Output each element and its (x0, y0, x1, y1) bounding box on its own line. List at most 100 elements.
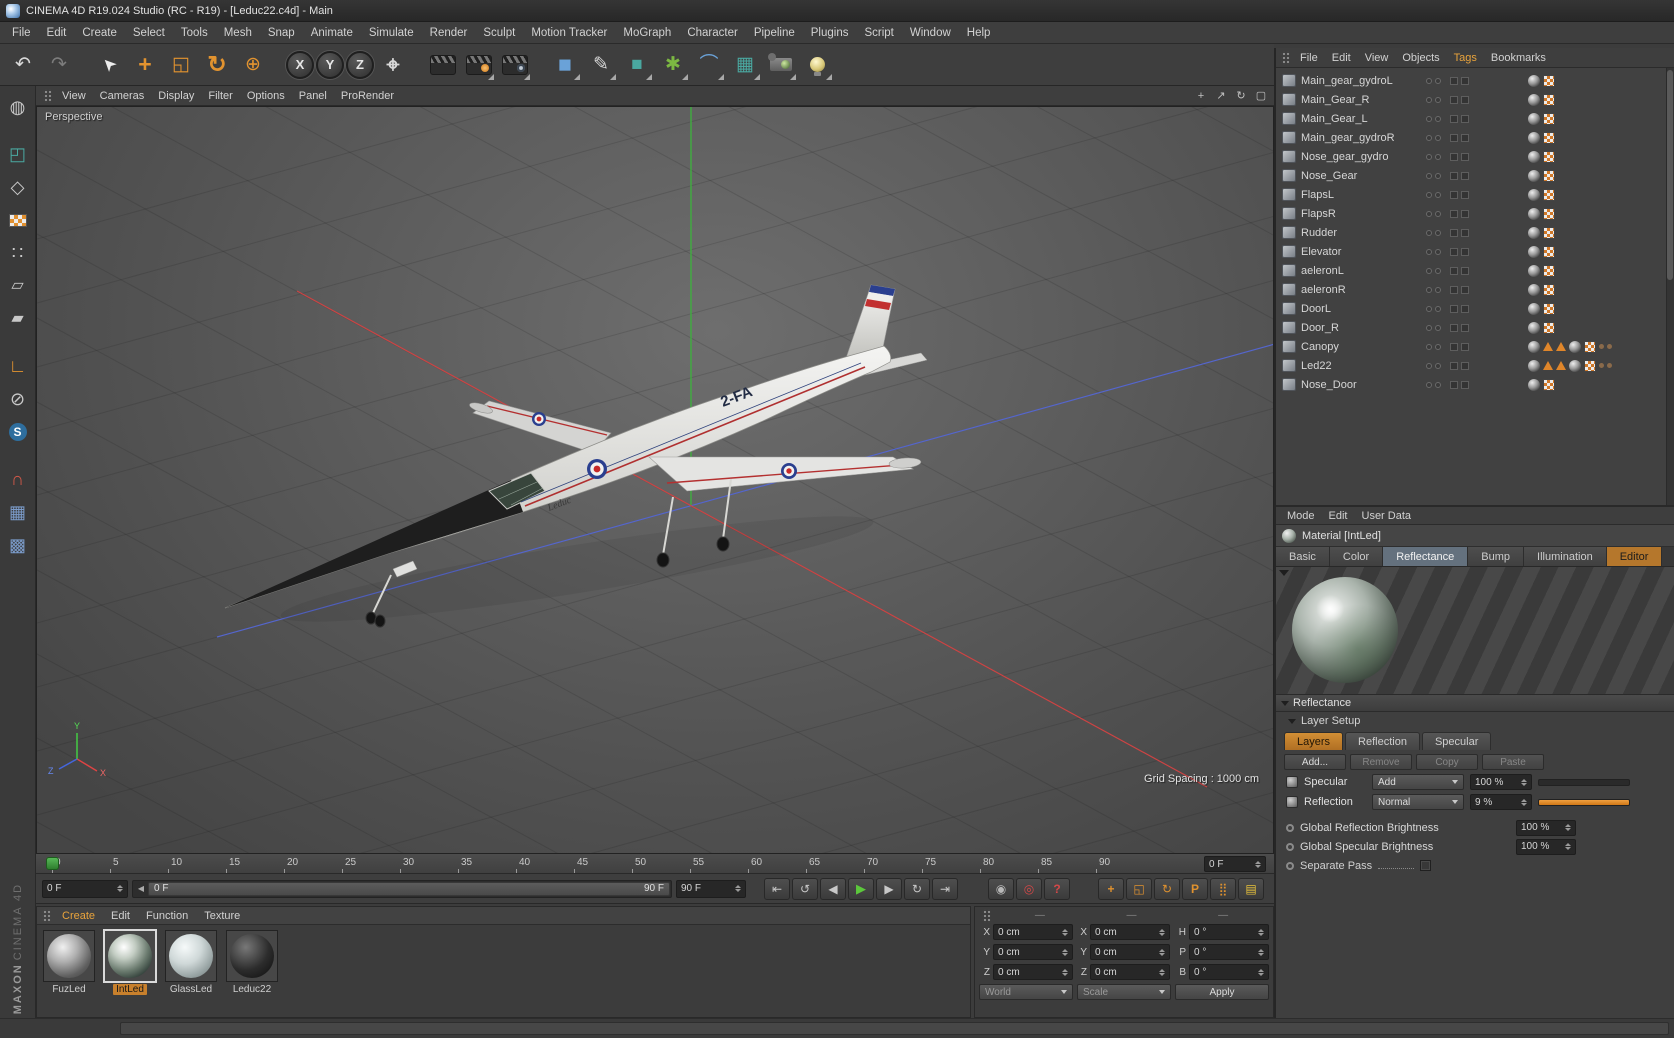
menu-mesh[interactable]: Mesh (216, 22, 260, 43)
object-name[interactable]: Nose_gear_gydro (1301, 151, 1419, 163)
object-row[interactable]: Nose_Gear (1276, 166, 1674, 185)
texture-tag-icon[interactable] (1528, 150, 1540, 163)
texture-tag-icon[interactable] (1528, 74, 1540, 87)
attribute-menu-item[interactable]: User Data (1355, 507, 1419, 524)
enable-toggle[interactable] (1450, 171, 1458, 180)
undo-button[interactable]: ↶ (6, 48, 40, 82)
object-name[interactable]: Nose_Gear (1301, 170, 1419, 182)
editor-visibility-dot[interactable] (1426, 381, 1432, 388)
object-name[interactable]: aeleronR (1301, 284, 1419, 296)
timeline-tick[interactable]: 65 (806, 854, 864, 873)
enable-toggle[interactable] (1450, 228, 1458, 237)
attribute-menu-item[interactable]: Edit (1322, 507, 1355, 524)
primitive-cube-button[interactable]: ■ (548, 48, 582, 82)
timeline-tick[interactable]: 45 (574, 854, 632, 873)
render-visibility-dot[interactable] (1435, 134, 1441, 141)
object-row[interactable]: DoorL (1276, 299, 1674, 318)
render-visibility-dot[interactable] (1435, 343, 1441, 350)
rotation-field[interactable]: 0 ° (1189, 924, 1269, 940)
uvw-tag-icon[interactable] (1543, 245, 1555, 258)
editor-visibility-dot[interactable] (1426, 343, 1432, 350)
timeline-tick[interactable]: 25 (342, 854, 400, 873)
material-menu-item[interactable]: Create (54, 907, 103, 924)
attribute-tab[interactable]: Basic (1276, 547, 1330, 566)
menu-window[interactable]: Window (902, 22, 959, 43)
previous-frame-button[interactable]: ◀ (820, 877, 846, 900)
workplane-lock-button[interactable]: ▩ (4, 532, 32, 558)
uvw-tag-icon[interactable] (1543, 302, 1555, 315)
attribute-tab[interactable]: Editor (1606, 547, 1663, 566)
enable-toggle[interactable] (1450, 285, 1458, 294)
enable-toggle[interactable] (1450, 133, 1458, 142)
render-visibility-dot[interactable] (1435, 267, 1441, 274)
tag-dot-icon[interactable] (1599, 344, 1604, 349)
enable-toggle[interactable] (1461, 171, 1469, 180)
viewport-menu-item[interactable]: Display (151, 86, 201, 105)
render-visibility-dot[interactable] (1435, 286, 1441, 293)
object-name[interactable]: Main_Gear_R (1301, 94, 1419, 106)
object-row[interactable]: Rudder (1276, 223, 1674, 242)
scale-tool[interactable]: ◱ (164, 48, 198, 82)
texture-tag-icon[interactable] (1528, 283, 1540, 296)
object-row[interactable]: Canopy (1276, 337, 1674, 356)
enable-toggle[interactable] (1461, 152, 1469, 161)
enable-toggle[interactable] (1450, 76, 1458, 85)
lock-y-axis-toggle[interactable]: Y (316, 50, 344, 79)
reflectance-section-header[interactable]: Reflectance (1276, 695, 1674, 712)
uvw-tag-icon[interactable] (1584, 359, 1596, 372)
texture-tag-icon[interactable] (1528, 378, 1540, 391)
attribute-tab[interactable]: Reflectance (1383, 547, 1469, 566)
size-field[interactable]: 0 cm (1090, 964, 1170, 980)
uvw-tag-icon[interactable] (1543, 169, 1555, 182)
menu-mograph[interactable]: MoGraph (615, 22, 679, 43)
material-item[interactable]: GlassLed (163, 930, 219, 998)
menu-motion-tracker[interactable]: Motion Tracker (523, 22, 615, 43)
pan-view-icon[interactable]: + (1192, 88, 1210, 104)
keyframe-selection-toggle[interactable]: ▤ (1238, 877, 1264, 900)
render-visibility-dot[interactable] (1435, 324, 1441, 331)
viewport-menu-item[interactable]: Panel (292, 86, 334, 105)
object-row[interactable]: FlapsR (1276, 204, 1674, 223)
menu-render[interactable]: Render (422, 22, 476, 43)
render-settings-button[interactable] (498, 48, 532, 82)
enable-toggle[interactable] (1461, 323, 1469, 332)
viewport-menu-item[interactable]: View (55, 86, 93, 105)
texture-tag-icon[interactable] (1528, 188, 1540, 201)
panel-grip[interactable] (1281, 50, 1290, 65)
object-name[interactable]: aeleronL (1301, 265, 1419, 277)
attribute-tab[interactable]: Color (1329, 547, 1384, 566)
timeline-tick[interactable]: 40 (516, 854, 574, 873)
snap-toggle-button[interactable]: ∩ (4, 466, 32, 492)
material-preview-area[interactable] (1276, 567, 1674, 695)
uvw-tag-icon[interactable] (1543, 188, 1555, 201)
object-row[interactable]: Main_Gear_L (1276, 109, 1674, 128)
last-used-tool[interactable]: ⊕ (236, 48, 270, 82)
texture-tag-icon[interactable] (1528, 93, 1540, 106)
record-pla-toggle[interactable]: ⣿ (1210, 877, 1236, 900)
uvw-tag-icon[interactable] (1543, 93, 1555, 106)
editor-visibility-dot[interactable] (1426, 229, 1432, 236)
end-frame-field[interactable]: 90 F (676, 879, 746, 898)
light-button[interactable] (800, 48, 834, 82)
render-visibility-dot[interactable] (1435, 191, 1441, 198)
material-name[interactable]: Leduc22 (230, 984, 274, 995)
object-name[interactable]: FlapsR (1301, 208, 1419, 220)
menu-character[interactable]: Character (679, 22, 746, 43)
menu-tools[interactable]: Tools (173, 22, 216, 43)
object-name[interactable]: Rudder (1301, 227, 1419, 239)
editor-visibility-dot[interactable] (1426, 153, 1432, 160)
enable-axis-button[interactable]: ∟ (4, 353, 32, 379)
layer-name[interactable]: Specular (1304, 776, 1366, 788)
enable-toggle[interactable] (1461, 247, 1469, 256)
solo-mode-button[interactable]: S (4, 419, 32, 445)
play-backwards-button[interactable]: ↺ (792, 877, 818, 900)
enable-toggle[interactable] (1461, 266, 1469, 275)
parameter-value-field[interactable]: 100 % (1516, 819, 1576, 836)
object-name[interactable]: Led22 (1301, 360, 1419, 372)
texture-tag-icon[interactable] (1528, 226, 1540, 239)
viewport-menu-item[interactable]: ProRender (334, 86, 401, 105)
layer-tab[interactable]: Specular (1421, 732, 1492, 750)
enable-toggle[interactable] (1450, 152, 1458, 161)
rotation-field[interactable]: 0 ° (1189, 964, 1269, 980)
texture-tag-icon[interactable] (1528, 169, 1540, 182)
